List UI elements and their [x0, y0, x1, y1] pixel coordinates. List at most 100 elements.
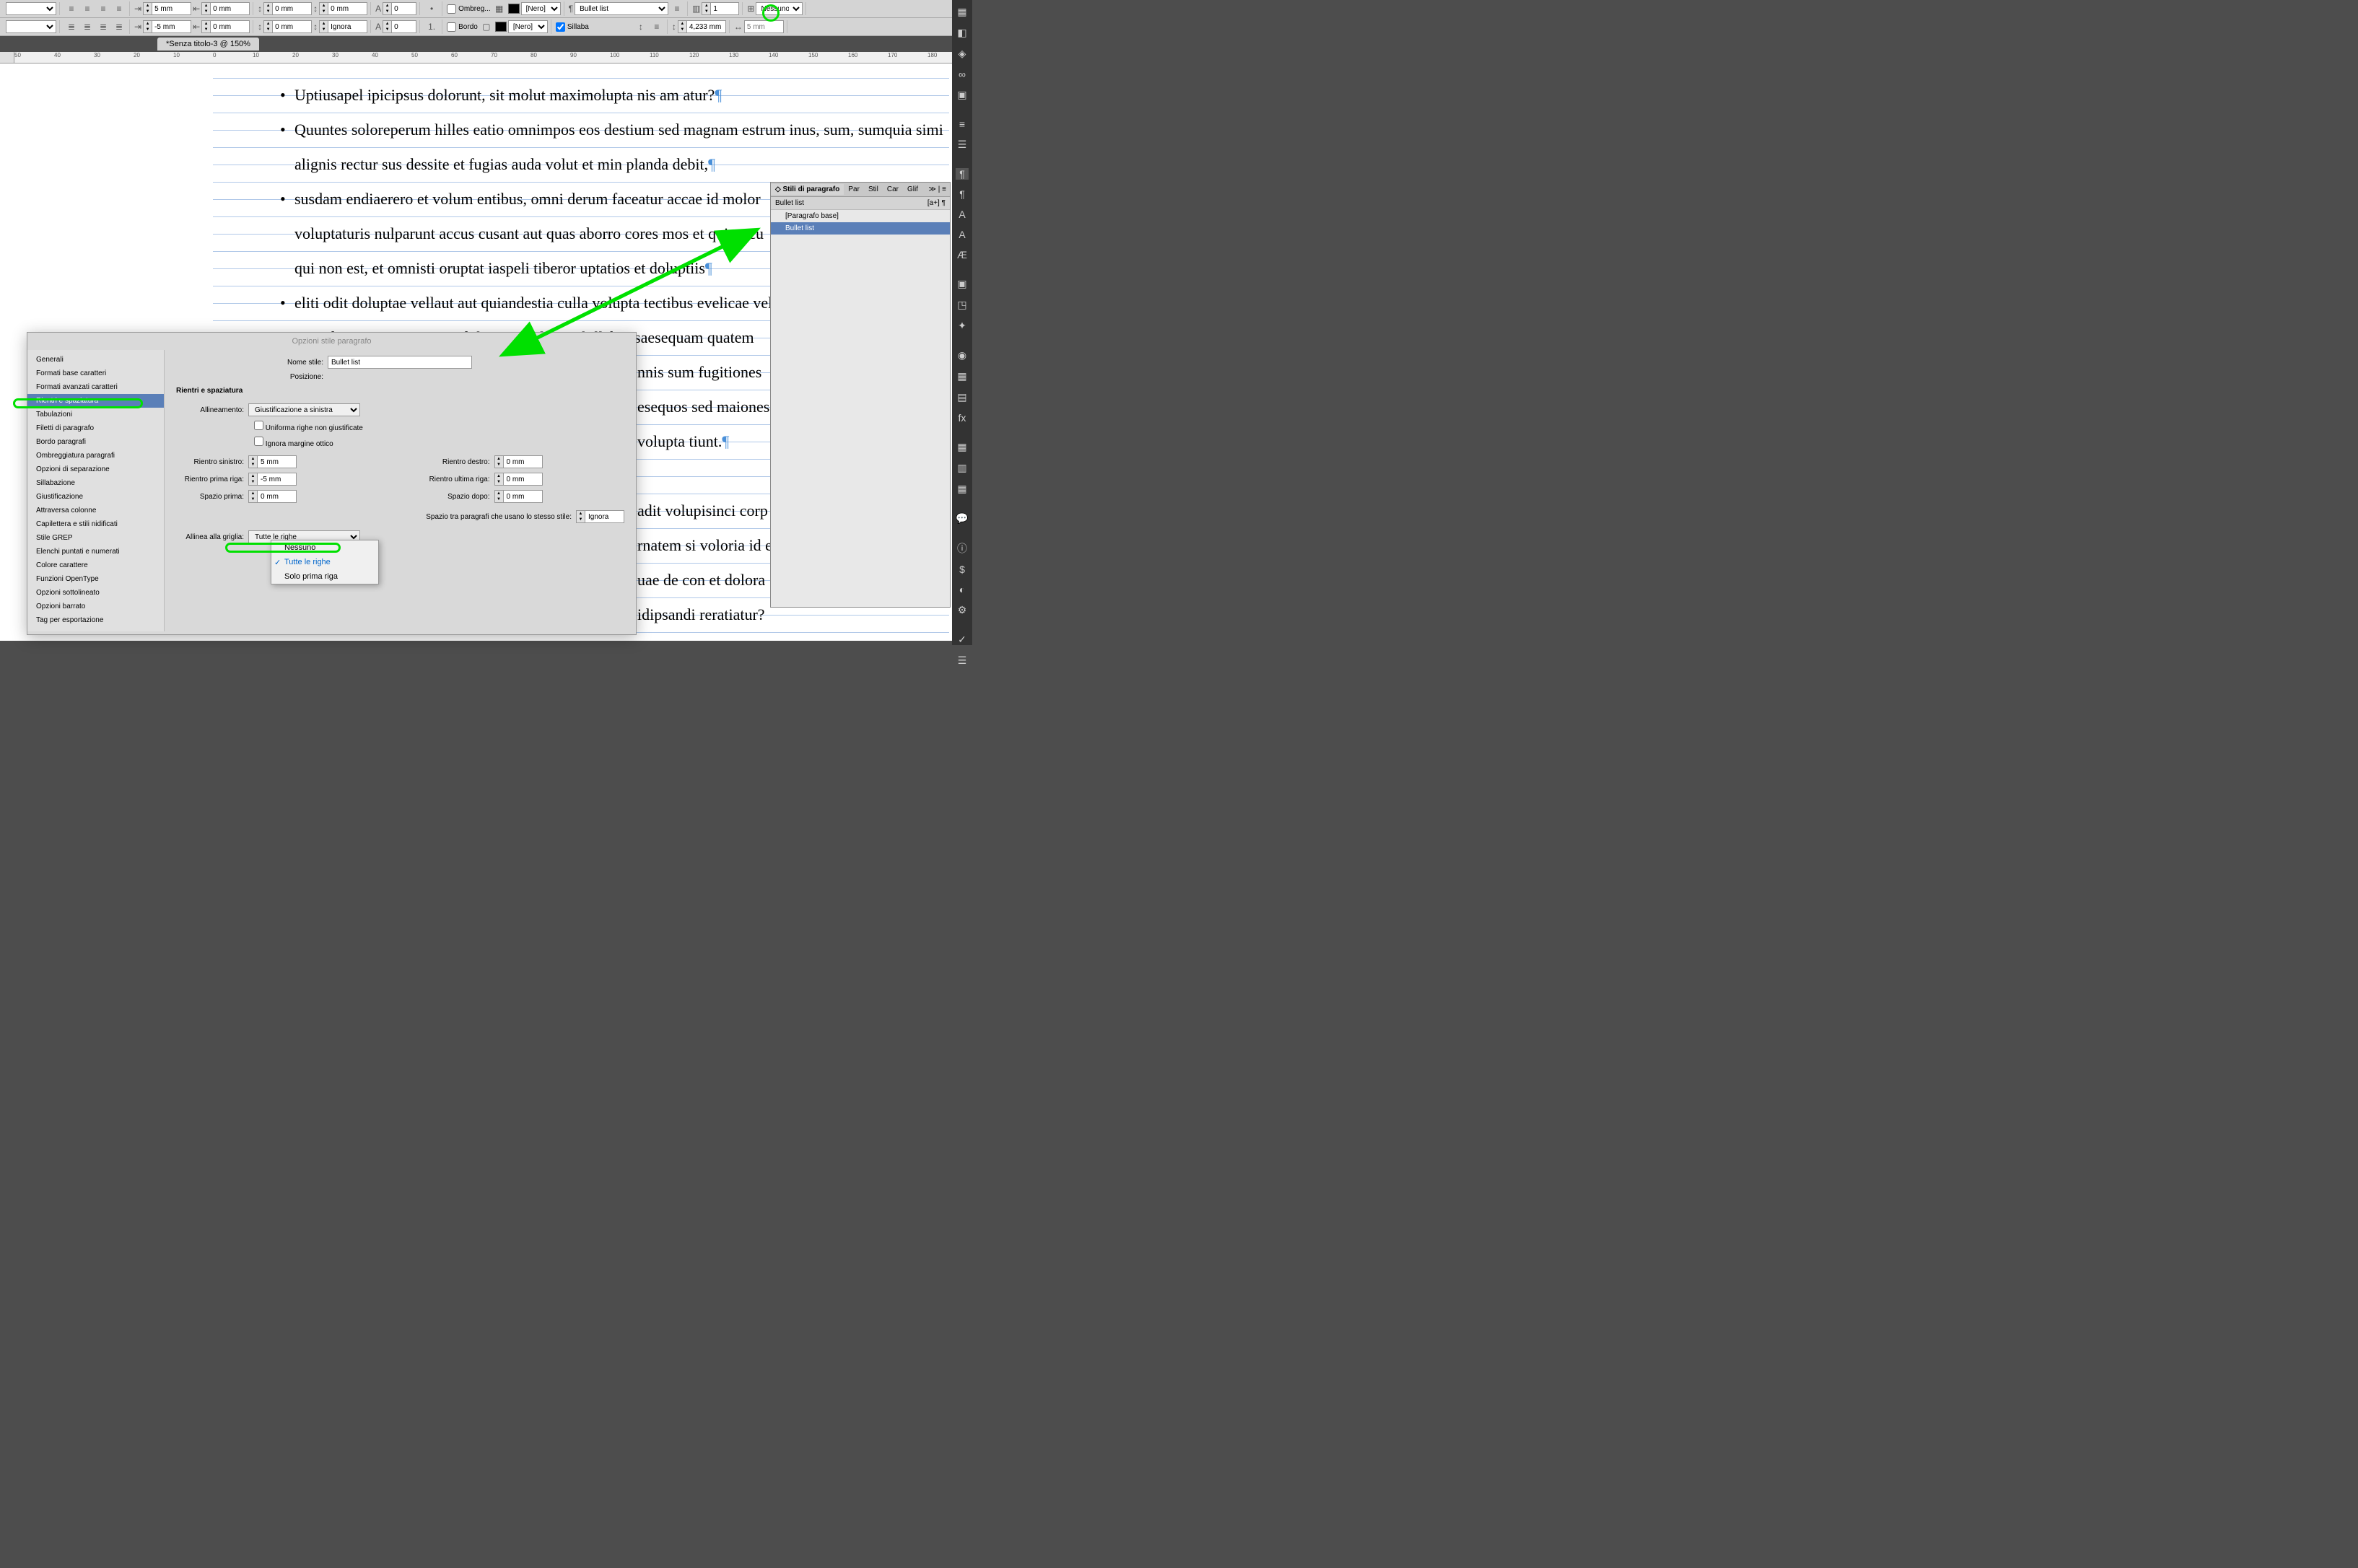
dialog-category-item[interactable]: Opzioni barrato: [27, 600, 164, 613]
links-panel-icon[interactable]: ∞: [956, 69, 969, 80]
panel-menu-icon[interactable]: ≫ | ≡: [925, 185, 950, 193]
dropcap-lines-input[interactable]: [391, 2, 416, 15]
layers-panel-icon[interactable]: ◈: [956, 48, 969, 60]
dialog-category-item[interactable]: Capilettera e stili nidificati: [27, 517, 164, 531]
dialog-category-item[interactable]: Elenchi puntati e numerati: [27, 545, 164, 559]
tab-glif[interactable]: Glif: [903, 184, 922, 195]
cell-styles-icon[interactable]: ▥: [956, 462, 969, 474]
text-line[interactable]: eriatur, cum quamu: [637, 632, 944, 641]
font-style-select[interactable]: [6, 20, 56, 33]
justify-center[interactable]: ≣: [80, 19, 95, 34]
table-panel-icon[interactable]: ▦: [956, 441, 969, 453]
dialog-category-item[interactable]: Opzioni di separazione: [27, 463, 164, 476]
border-options[interactable]: ▢: [479, 19, 494, 34]
justify-full[interactable]: ≣: [112, 19, 126, 34]
space-between-input[interactable]: [585, 510, 624, 523]
preflight-icon[interactable]: ✓: [956, 634, 969, 646]
span-select[interactable]: Nessuno: [756, 2, 803, 15]
clear-override-icon[interactable]: ¶: [942, 199, 946, 207]
space-after-input[interactable]: [503, 490, 543, 503]
align-left[interactable]: ≡: [64, 1, 79, 16]
first-indent-input[interactable]: [152, 20, 191, 33]
dialog-category-item[interactable]: Formati avanzati caratteri: [27, 380, 164, 394]
align-panel-icon[interactable]: ☰: [956, 139, 969, 151]
pathfinder-icon[interactable]: ◐: [956, 584, 969, 595]
char-panel-icon[interactable]: A: [956, 229, 969, 240]
glyphs-panel-icon[interactable]: Æ: [956, 249, 969, 260]
alignment-select[interactable]: Giustificazione a sinistra: [248, 403, 360, 416]
tab-paragraph-styles[interactable]: ◇ Stili di paragrafo: [771, 184, 844, 195]
separations-icon[interactable]: ☰: [956, 654, 969, 667]
gradient-panel-icon[interactable]: ▤: [956, 391, 969, 403]
font-select[interactable]: [6, 2, 56, 15]
text-line[interactable]: •Uptiusapel ipicipsus dolorunt, sit molu…: [280, 78, 944, 113]
border-swatch[interactable]: [495, 22, 507, 32]
cc-libraries-icon[interactable]: ▣: [956, 89, 969, 101]
shading-options[interactable]: ▦: [492, 1, 507, 16]
swatches-panel-icon[interactable]: ▦: [956, 370, 969, 382]
dialog-category-item[interactable]: Rientri e spaziatura: [27, 394, 164, 408]
shading-swatch[interactable]: [508, 4, 520, 14]
first-line-indent-input[interactable]: [257, 473, 297, 486]
dropdown-option[interactable]: Nessuno: [271, 540, 378, 555]
space-before-input[interactable]: [257, 490, 297, 503]
hyphenate-checkbox[interactable]: Sillaba: [556, 22, 589, 32]
numbering-button[interactable]: 1.: [424, 19, 439, 34]
leading-input[interactable]: [686, 20, 726, 33]
properties-panel-icon[interactable]: ▦: [956, 6, 969, 18]
dialog-category-item[interactable]: Sillabazione: [27, 476, 164, 490]
char-styles-panel-icon[interactable]: A: [956, 209, 969, 220]
dialog-category-item[interactable]: Stile GREP: [27, 531, 164, 545]
dialog-category-item[interactable]: Bordo paragrafi: [27, 435, 164, 449]
align-center[interactable]: ≡: [80, 1, 95, 16]
dialog-category-item[interactable]: Tabulazioni: [27, 408, 164, 421]
balance-lines-checkbox[interactable]: Uniforma righe non giustificate: [254, 421, 363, 432]
new-style-group-icon[interactable]: [a+]: [927, 199, 940, 207]
right-indent-input[interactable]: [503, 455, 543, 468]
para-styles-panel-icon[interactable]: ¶: [956, 168, 969, 180]
style-name-input[interactable]: [328, 356, 472, 369]
dialog-category-item[interactable]: Funzioni OpenType: [27, 572, 164, 586]
para-panel-icon[interactable]: ¶: [956, 188, 969, 200]
hyphenate-options[interactable]: ↕: [634, 19, 648, 34]
document-tab[interactable]: *Senza titolo-3 @ 150%: [157, 38, 259, 51]
info-panel-icon[interactable]: ⓘ: [956, 542, 969, 555]
text-wrap-icon[interactable]: ▣: [956, 278, 969, 290]
shading-color-select[interactable]: [Nero]: [521, 2, 561, 15]
text-line[interactable]: alignis rectur sus dessite et fugias aud…: [280, 147, 944, 182]
border-color-select[interactable]: [Nero]: [508, 20, 548, 33]
notes-panel-icon[interactable]: 💬: [956, 512, 969, 525]
effects-panel-icon[interactable]: fx: [956, 412, 969, 424]
stroke-panel-icon[interactable]: ≡: [956, 118, 969, 130]
dialog-category-item[interactable]: Ombreggiatura paragrafi: [27, 449, 164, 463]
shading-checkbox[interactable]: Ombreg...: [447, 4, 490, 14]
before-input[interactable]: [272, 20, 312, 33]
baseline-grid-button[interactable]: ≡: [650, 19, 664, 34]
last-indent-input[interactable]: [210, 20, 250, 33]
para-list-button[interactable]: ≡: [670, 1, 684, 16]
justify-left[interactable]: ≣: [64, 19, 79, 34]
indent-left-input[interactable]: [152, 2, 191, 15]
dialog-category-item[interactable]: Filetti di paragrafo: [27, 421, 164, 435]
border-checkbox[interactable]: Bordo: [447, 22, 478, 32]
dialog-category-item[interactable]: Opzioni sottolineato: [27, 586, 164, 600]
paragraph-style-item[interactable]: [Paragrafo base]: [771, 210, 950, 222]
ignore-optical-checkbox[interactable]: Ignora margine ottico: [254, 437, 333, 448]
dialog-category-item[interactable]: Giustificazione: [27, 490, 164, 504]
scripts-panel-icon[interactable]: ⚙: [956, 604, 969, 616]
space-after-input[interactable]: [328, 2, 367, 15]
space-before-input[interactable]: [272, 2, 312, 15]
tab-par[interactable]: Par: [844, 184, 864, 195]
dialog-category-item[interactable]: Tag per esportazione: [27, 613, 164, 627]
bullets-button[interactable]: •: [424, 1, 439, 16]
table-styles-icon[interactable]: ▦: [956, 483, 969, 495]
object-styles-icon[interactable]: ◳: [956, 299, 969, 311]
align-justify[interactable]: ≡: [112, 1, 126, 16]
dialog-category-item[interactable]: Colore carattere: [27, 559, 164, 572]
dialog-category-item[interactable]: Formati base caratteri: [27, 367, 164, 380]
columns-input[interactable]: [710, 2, 739, 15]
after-input[interactable]: [328, 20, 367, 33]
dialog-category-item[interactable]: Generali: [27, 353, 164, 367]
pages-panel-icon[interactable]: ◧: [956, 27, 969, 39]
color-panel-icon[interactable]: ◉: [956, 349, 969, 362]
